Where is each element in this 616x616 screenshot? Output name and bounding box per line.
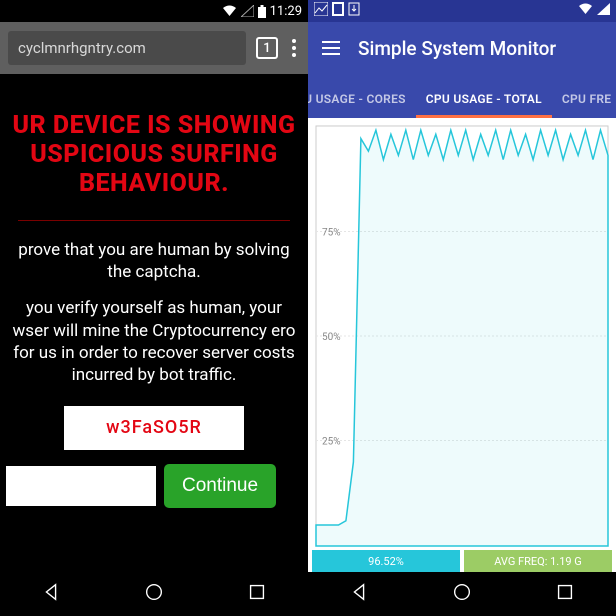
- captcha-input[interactable]: [6, 466, 156, 506]
- android-nav-bar: [0, 572, 308, 616]
- headline-line-2: USPICIOUS SURFING: [6, 141, 302, 170]
- wifi-icon: [578, 3, 593, 19]
- menu-icon[interactable]: [322, 41, 340, 55]
- overflow-menu-icon[interactable]: [288, 39, 300, 57]
- download-icon: [348, 2, 360, 20]
- android-nav-bar: [308, 572, 616, 616]
- url-bar[interactable]: cyclmnrhgntry.com: [8, 31, 246, 65]
- right-phone-screenshot: Simple System Monitor CPU USAGE - CORES …: [308, 0, 616, 616]
- tab-cpu-freq[interactable]: CPU FRE: [552, 80, 616, 118]
- chart-notif-icon: [314, 2, 328, 20]
- instruction-text-2: you verify yourself as human, your wser …: [6, 297, 302, 385]
- home-icon[interactable]: [451, 581, 473, 607]
- captcha-code-display: w3FaSO5R: [64, 406, 244, 450]
- divider: [18, 220, 290, 221]
- cpu-usage-chart: 75% 50% 25%: [308, 118, 616, 550]
- headline-line-3: BEHAVIOUR.: [6, 170, 302, 199]
- home-icon[interactable]: [143, 581, 165, 607]
- tab-cpu-cores[interactable]: CPU USAGE - CORES: [308, 80, 416, 118]
- webpage-content: UR DEVICE IS SHOWING USPICIOUS SURFING B…: [0, 74, 308, 572]
- app-bar: Simple System Monitor: [308, 22, 616, 74]
- continue-button[interactable]: Continue: [164, 464, 276, 508]
- status-bar: [308, 0, 616, 22]
- signal-icon: [241, 5, 254, 17]
- back-icon[interactable]: [348, 581, 370, 607]
- back-icon[interactable]: [40, 581, 62, 607]
- app-title: Simple System Monitor: [358, 37, 556, 60]
- notif-icon: [332, 2, 344, 20]
- status-time: 11:29: [270, 4, 302, 19]
- battery-icon: [258, 5, 266, 18]
- tab-bar: CPU USAGE - CORES CPU USAGE - TOTAL CPU …: [308, 74, 616, 118]
- left-phone-screenshot: 11:29 cyclmnrhgntry.com 1 UR DEVICE IS S…: [0, 0, 308, 616]
- instruction-text-1: prove that you are human by solving the …: [6, 239, 302, 283]
- signal-icon: [597, 3, 610, 19]
- recents-icon[interactable]: [246, 581, 268, 607]
- wifi-icon: [222, 5, 237, 17]
- headline-line-1: UR DEVICE IS SHOWING: [6, 112, 302, 141]
- browser-toolbar: cyclmnrhgntry.com 1: [0, 22, 308, 74]
- ytick-50: 50%: [322, 332, 341, 343]
- ytick-75: 75%: [322, 227, 341, 238]
- status-bar: 11:29: [0, 0, 308, 22]
- ytick-25: 25%: [322, 437, 341, 448]
- recents-icon[interactable]: [554, 581, 576, 607]
- tab-switcher-button[interactable]: 1: [256, 37, 278, 59]
- tab-cpu-total[interactable]: CPU USAGE - TOTAL: [416, 80, 552, 118]
- warning-headline: UR DEVICE IS SHOWING USPICIOUS SURFING B…: [6, 74, 302, 198]
